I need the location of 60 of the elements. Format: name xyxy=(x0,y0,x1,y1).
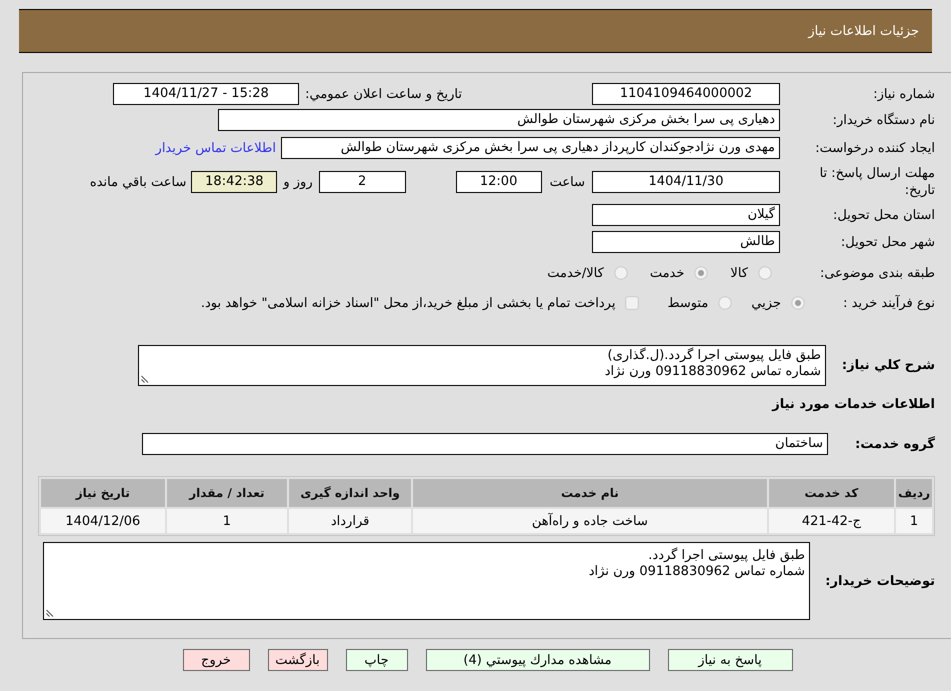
need-number-field[interactable]: 1104109464000002 xyxy=(592,83,780,105)
buyer-notes-label: توضيحات خريدار: xyxy=(824,574,935,588)
purchase-type-label: نوع فرآيند خريد : xyxy=(842,296,935,310)
city-label: شهر محل تحويل: xyxy=(840,234,935,250)
table-cell: 1 xyxy=(166,509,288,533)
column-header: رديف xyxy=(896,479,932,507)
description-text-line: شماره تماس 09118830962 ورن نژاد xyxy=(604,364,821,380)
days-label: روز و xyxy=(283,174,313,190)
action-button[interactable]: خروج xyxy=(182,649,250,671)
radio-label: خدمت xyxy=(650,266,684,280)
treasury-payment-label: پرداخت تمام یا بخشی از مبلغ خرید،از محل "اسناد خزانه اسلامی" خواهد بود. xyxy=(200,296,616,310)
deadline-date-field[interactable]: 1404/11/30 xyxy=(592,171,780,193)
deadline-time-field[interactable]: 12:00 xyxy=(456,171,542,193)
table-cell: ج-42-421 xyxy=(768,509,894,533)
column-header: نام خدمت xyxy=(413,479,767,507)
description-textarea[interactable]: طبق فایل پیوستی اجرا گردد.(ل.گذاری) شماره تماس 09118830962 ورن نژاد xyxy=(138,345,826,386)
action-button[interactable]: چاپ xyxy=(346,649,408,671)
requester-label: ايجاد كننده درخواست: xyxy=(814,140,935,156)
deadline-label: مهلت ارسال پاسخ: تا تاريخ: xyxy=(818,165,935,199)
buyer-org-field[interactable]: دهیاری پی سرا بخش مرکزی شهرستان طوالش xyxy=(218,109,780,131)
buyer-notes-textarea[interactable]: طبق فایل پیوستی اجرا گردد. شماره تماس 09118830962 ورن نژاد xyxy=(43,542,810,620)
column-header: تاريخ نياز xyxy=(41,479,165,507)
action-button[interactable]: پاسخ به نياز xyxy=(668,649,792,671)
buyer-org-label: نام دستگاه خريدار: xyxy=(832,112,935,128)
services-section-title: اطلاعات خدمات مورد نياز xyxy=(772,396,935,412)
category-label: طبقه بندی موضوعی: xyxy=(818,266,935,280)
buyer-notes-text-line: طبق فایل پیوستی اجرا گردد. xyxy=(648,548,805,564)
radio-label: جزيي xyxy=(751,296,781,310)
time-label: ساعت xyxy=(550,174,585,190)
radio-label: کالا xyxy=(730,266,748,280)
days-left-field[interactable]: 2 xyxy=(318,171,406,193)
table-cell: قرارداد xyxy=(289,509,411,533)
requester-field[interactable]: مهدی ورن نژادجوکندان کارپرداز دهیاری پی سرا بخش مرکزی شهرستان طوالش xyxy=(281,137,780,159)
action-button[interactable]: بازگشت xyxy=(268,649,328,671)
column-header: واحد اندازه گيری xyxy=(289,479,411,507)
description-text-line: طبق فایل پیوستی اجرا گردد.(ل.گذاری) xyxy=(608,348,821,364)
province-field[interactable]: گيلان xyxy=(592,204,780,226)
table-cell: ساخت جاده و راه‌آهن xyxy=(413,509,767,533)
time-remaining-label: ساعت باقي مانده xyxy=(90,174,186,190)
time-remaining-field[interactable]: 18:42:38 xyxy=(191,171,278,193)
table-cell: 1 xyxy=(896,509,932,533)
announce-date-label: تاريخ و ساعت اعلان عمومي: xyxy=(305,86,462,102)
table-cell: 1404/12/06 xyxy=(41,509,165,533)
radio-label: متوسط xyxy=(667,296,708,310)
action-button[interactable]: مشاهده مدارك پيوستي (4) xyxy=(426,649,650,671)
province-label: استان محل تحويل: xyxy=(832,208,935,222)
city-field[interactable]: طالش xyxy=(592,231,780,253)
service-group-label: گروه خدمت: xyxy=(854,436,935,452)
page-title: جزئیات اطلاعات نیاز xyxy=(808,24,919,38)
announce-date-field[interactable]: 1404/11/27 - 15:28 xyxy=(113,83,300,105)
radio-label: کالا/خدمت xyxy=(547,266,604,280)
buyer-contact-link[interactable]: اطلاعات تماس خريدار xyxy=(156,140,276,156)
column-header: کد خدمت xyxy=(768,479,894,507)
need-number-label: شماره نياز: xyxy=(872,86,935,102)
buyer-notes-text-line: شماره تماس 09118830962 ورن نژاد xyxy=(588,564,805,580)
resize-grip-icon[interactable] xyxy=(46,609,54,617)
description-label: شرح کلي نياز: xyxy=(840,358,935,373)
service-group-field[interactable]: ساختمان xyxy=(142,433,828,455)
resize-grip-icon[interactable] xyxy=(141,375,149,383)
column-header: تعداد / مقدار xyxy=(166,479,288,507)
